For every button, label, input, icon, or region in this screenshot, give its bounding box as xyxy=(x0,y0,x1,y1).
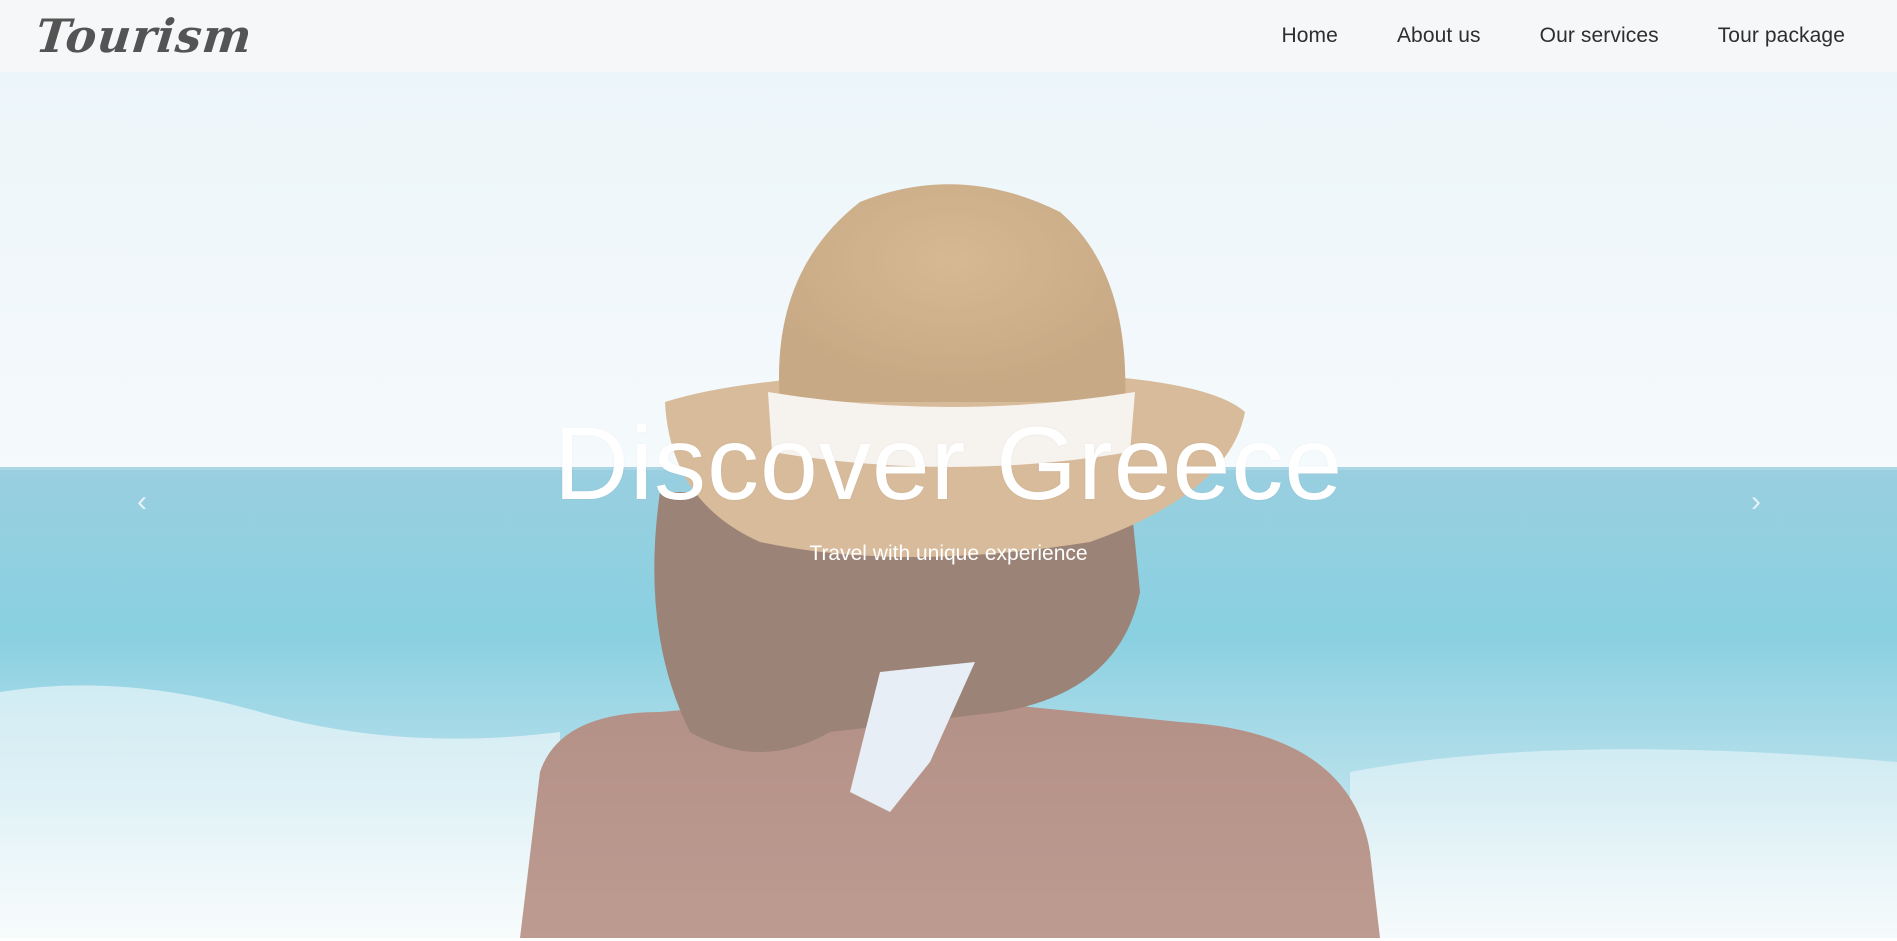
hero-carousel: Discover Greece Travel with unique exper… xyxy=(0,72,1897,938)
chevron-right-icon: › xyxy=(1751,485,1761,518)
hero-subtitle: Travel with unique experience xyxy=(809,542,1088,565)
chevron-left-icon: ‹ xyxy=(137,485,147,518)
nav-menu: Home About us Our services Tour package xyxy=(1223,24,1845,48)
carousel-next-button[interactable]: › xyxy=(1736,482,1776,522)
nav-item-services: Our services xyxy=(1481,24,1659,48)
navbar: Tourism Home About us Our services Tour … xyxy=(0,0,1897,72)
nav-link-about-us[interactable]: About us xyxy=(1338,24,1481,48)
nav-item-about: About us xyxy=(1338,24,1481,48)
carousel-prev-button[interactable]: ‹ xyxy=(122,482,162,522)
nav-item-tour: Tour package xyxy=(1659,24,1845,48)
nav-link-home[interactable]: Home xyxy=(1223,24,1338,48)
nav-link-tour-package[interactable]: Tour package xyxy=(1659,24,1845,48)
nav-item-home: Home xyxy=(1223,24,1338,48)
brand-logo[interactable]: Tourism xyxy=(33,9,255,63)
nav-link-our-services[interactable]: Our services xyxy=(1481,24,1659,48)
hero-title: Discover Greece xyxy=(553,406,1344,522)
